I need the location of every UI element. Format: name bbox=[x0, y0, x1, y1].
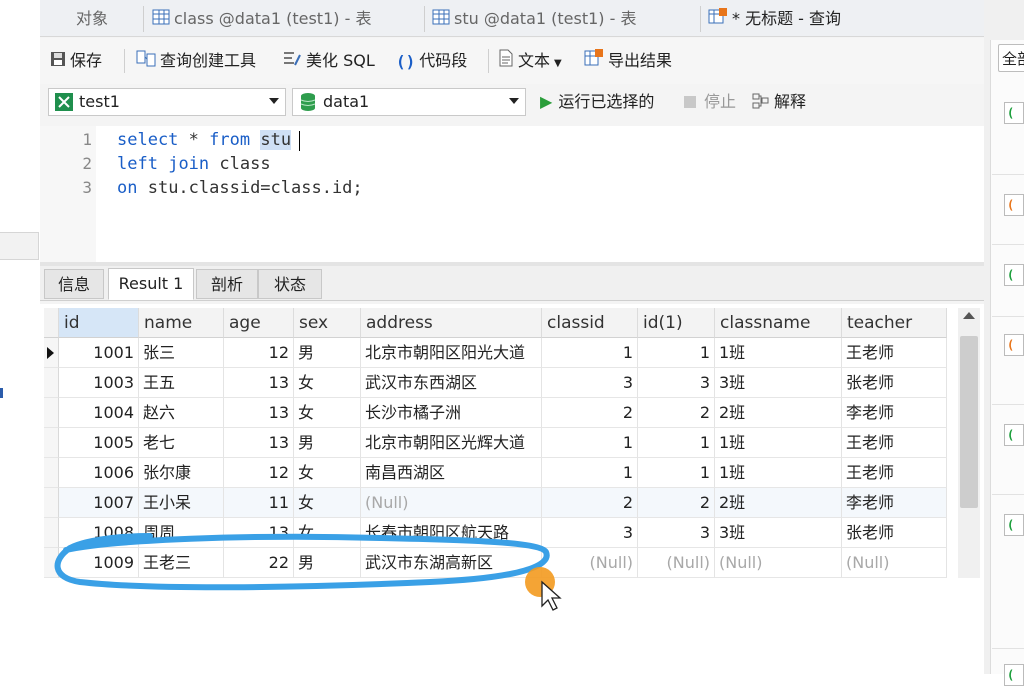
highlight-annotation-stroke bbox=[54, 533, 550, 591]
annotation-overlay bbox=[54, 533, 562, 611]
